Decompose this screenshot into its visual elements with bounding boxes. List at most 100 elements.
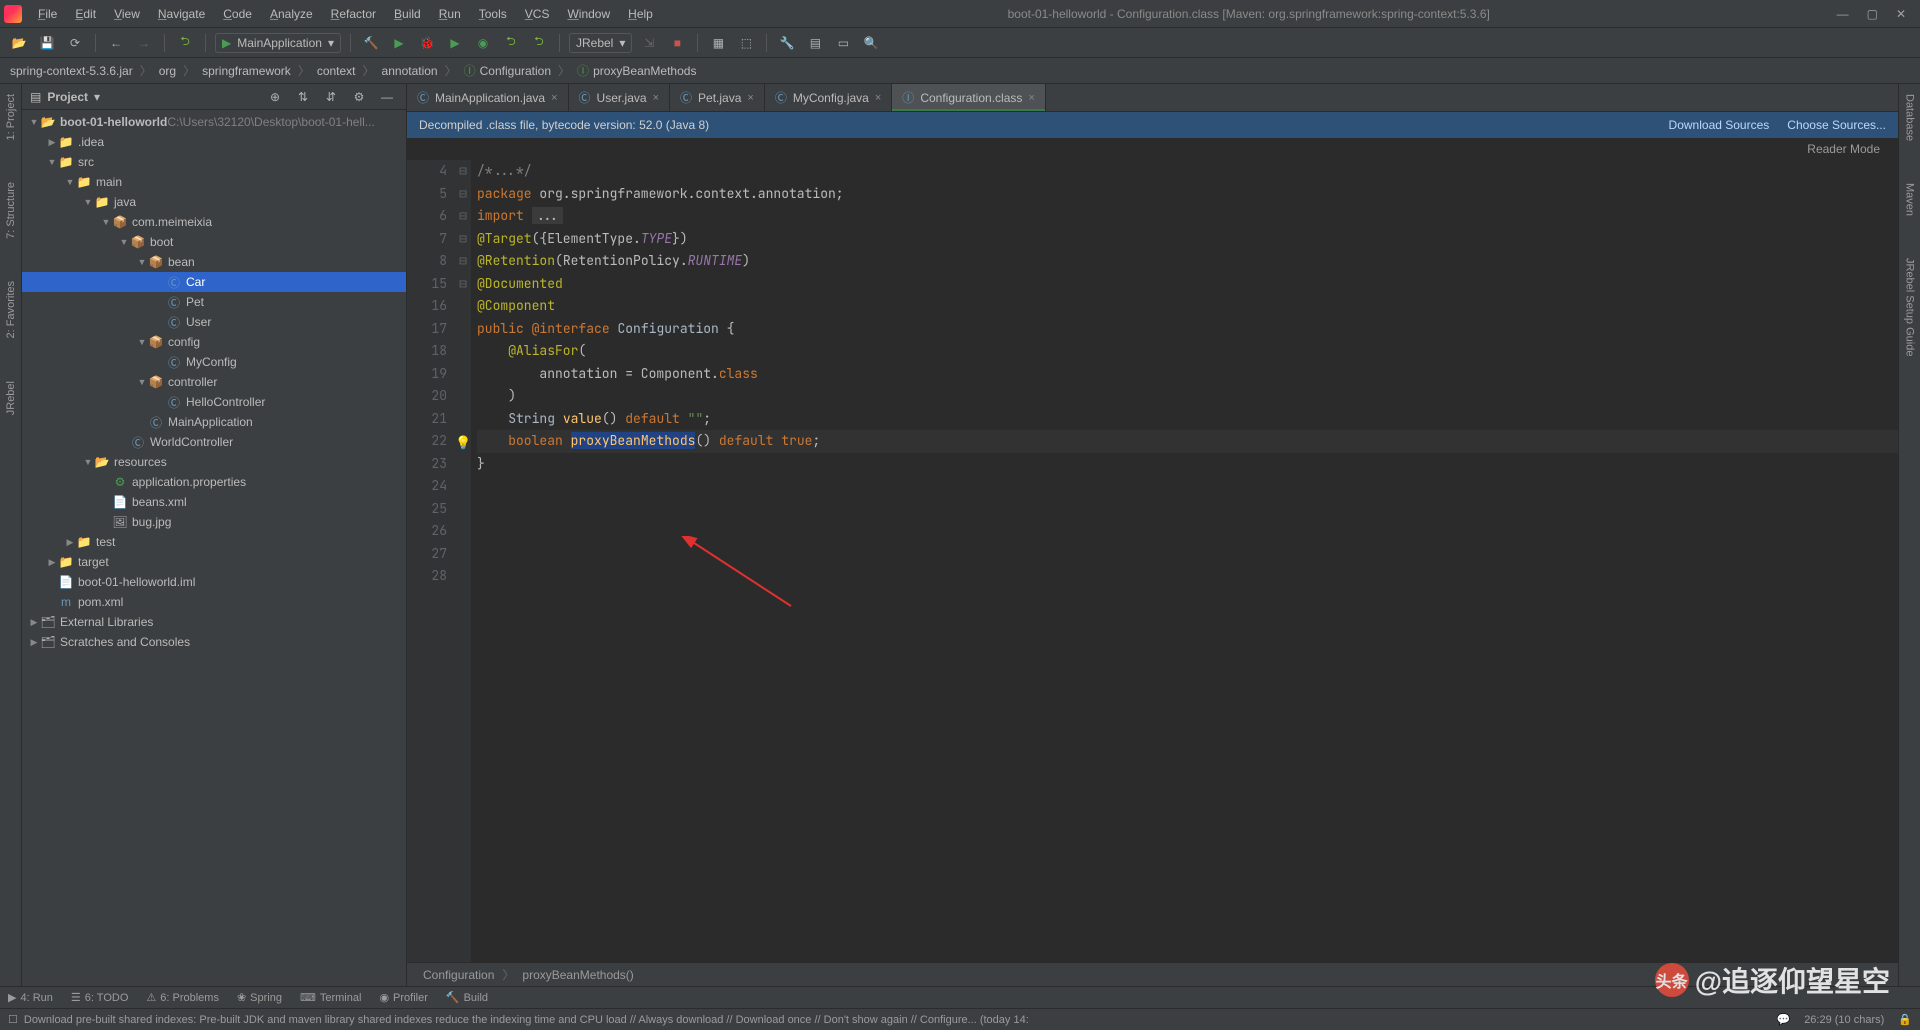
tree-item[interactable]: ⒸCar [22,272,406,292]
left-tab-favorites[interactable]: 2: Favorites [5,275,17,344]
editor-tab[interactable]: ⒸPet.java× [670,84,765,111]
select-opened-icon[interactable]: ⊕ [264,86,286,108]
run-icon[interactable]: ▶ [388,32,410,54]
tree-item[interactable]: ▼📁main [22,172,406,192]
tree-item[interactable]: ▼📦config [22,332,406,352]
tree-item[interactable]: ⒸUser [22,312,406,332]
tree-item[interactable]: ▶📁test [22,532,406,552]
tree-item[interactable]: ▼📂resources [22,452,406,472]
menu-build[interactable]: Build [386,4,429,24]
download-sources-link[interactable]: Download Sources [1669,118,1770,132]
tree-item[interactable]: ⚙application.properties [22,472,406,492]
jrebel-debug-icon[interactable]: ⮌ [528,32,550,54]
stop-icon[interactable]: ■ [666,32,688,54]
tool-window-profiler[interactable]: ◉Profiler [379,991,427,1004]
status-message[interactable]: Download pre-built shared indexes: Pre-b… [24,1014,1029,1026]
back-icon[interactable]: ← [105,32,127,54]
tree-item[interactable]: ▼📦controller [22,372,406,392]
tool-window-spring[interactable]: ❀Spring [237,991,282,1004]
jrebel-dropdown[interactable]: JRebel ▾ [569,33,632,53]
breadcrumb-item[interactable]: annotation [382,64,438,78]
jrebel-icon[interactable]: ⮌ [174,32,196,54]
tree-item[interactable]: ▼📦bean [22,252,406,272]
left-tab-jrebel[interactable]: JRebel [5,375,17,421]
chevron-down-icon[interactable]: ▾ [94,90,100,104]
tree-item[interactable]: ▼📁java [22,192,406,212]
tree-item[interactable]: ▶📁.idea [22,132,406,152]
tree-item[interactable]: ▼📦com.meimeixia [22,212,406,232]
window-controls[interactable]: — ▢ ✕ [1837,7,1916,21]
right-tab-maven[interactable]: Maven [1904,177,1916,222]
editor-tab[interactable]: ⒸMainApplication.java× [407,84,569,111]
project-tree[interactable]: ▼📂boot-01-helloworld C:\Users\32120\Desk… [22,110,406,986]
left-tab-structure[interactable]: 7: Structure [5,176,17,245]
menu-file[interactable]: File [30,4,65,24]
search-icon[interactable]: 🔍 [860,32,882,54]
menu-edit[interactable]: Edit [67,4,104,24]
menu-tools[interactable]: Tools [471,4,515,24]
menu-code[interactable]: Code [215,4,260,24]
gear-icon[interactable]: ⚙ [348,86,370,108]
tree-item[interactable]: ⒸPet [22,292,406,312]
tree-item[interactable]: ⒸMainApplication [22,412,406,432]
menu-refactor[interactable]: Refactor [323,4,384,24]
tree-item[interactable]: ⒸWorldController [22,432,406,452]
fold-gutter[interactable]: ⊟⊟⊟⊟⊟⊟ [455,160,471,962]
expand-all-icon[interactable]: ⇅ [292,86,314,108]
editor-crumb[interactable]: proxyBeanMethods() [522,968,633,982]
structure-icon[interactable]: ▤ [804,32,826,54]
tree-item[interactable]: mpom.xml [22,592,406,612]
editor-tab[interactable]: ⒸUser.java× [569,84,670,111]
tree-item[interactable]: ▶📁target [22,552,406,572]
maximize-icon[interactable]: ▢ [1867,7,1878,21]
breadcrumb-item[interactable]: org [159,64,176,78]
tree-item[interactable]: ▼📁src [22,152,406,172]
lock-icon[interactable]: 🔒 [1898,1013,1912,1026]
tool-window-todo[interactable]: ☰6: TODO [71,991,128,1004]
services-icon[interactable]: ⬚ [735,32,757,54]
notif-icon[interactable]: 💬 [1776,1013,1790,1026]
right-tab-jrebel-setup-guide[interactable]: JRebel Setup Guide [1904,252,1916,362]
right-tab-database[interactable]: Database [1904,88,1916,147]
tree-scratches[interactable]: ▶🗂Scratches and Consoles [22,632,406,652]
breadcrumb-item[interactable]: springframework [202,64,291,78]
attach-icon[interactable]: ⇲ [638,32,660,54]
editor-tab[interactable]: ⒾConfiguration.class× [892,84,1046,111]
breadcrumb-item[interactable]: context [317,64,356,78]
left-tab-project[interactable]: 1: Project [5,88,17,146]
coverage-icon[interactable]: ▶ [444,32,466,54]
open-icon[interactable]: 📂 [8,32,30,54]
breadcrumb-item[interactable]: spring-context-5.3.6.jar [10,64,133,78]
breadcrumb-item[interactable]: Ⓘ Configuration [464,62,551,79]
code-editor[interactable]: 456781516171819202122232425262728 ⊟⊟⊟⊟⊟⊟… [407,160,1898,962]
tree-root[interactable]: ▼📂boot-01-helloworld C:\Users\32120\Desk… [22,112,406,132]
jrebel-run-icon[interactable]: ⮌ [500,32,522,54]
grid-icon[interactable]: ▦ [707,32,729,54]
tree-external[interactable]: ▶🗂External Libraries [22,612,406,632]
collapse-all-icon[interactable]: ⇵ [320,86,342,108]
breadcrumb-item[interactable]: Ⓘ proxyBeanMethods [577,62,696,79]
menu-analyze[interactable]: Analyze [262,4,321,24]
code-content[interactable]: /*...*/package org.springframework.conte… [471,160,1898,962]
menu-navigate[interactable]: Navigate [150,4,213,24]
choose-sources-link[interactable]: Choose Sources... [1787,118,1886,132]
tool-window-build[interactable]: 🔨Build [446,991,488,1004]
wrench-icon[interactable]: 🔧 [776,32,798,54]
editor-crumb[interactable]: Configuration [423,968,494,982]
profile-icon[interactable]: ◉ [472,32,494,54]
tree-item[interactable]: 📄boot-01-helloworld.iml [22,572,406,592]
debug-icon[interactable]: 🐞 [416,32,438,54]
close-icon[interactable]: ✕ [1896,7,1906,21]
forward-icon[interactable]: → [133,32,155,54]
menu-view[interactable]: View [106,4,148,24]
reader-mode-label[interactable]: Reader Mode [1807,142,1880,156]
refresh-icon[interactable]: ⟳ [64,32,86,54]
save-icon[interactable]: 💾 [36,32,58,54]
tree-item[interactable]: 📄beans.xml [22,492,406,512]
tool-window-run[interactable]: ▶4: Run [8,991,53,1004]
tool-window-terminal[interactable]: ⌨Terminal [300,991,361,1004]
menu-help[interactable]: Help [620,4,661,24]
editor-tab[interactable]: ⒸMyConfig.java× [765,84,892,111]
layout-icon[interactable]: ▭ [832,32,854,54]
menu-window[interactable]: Window [559,4,618,24]
